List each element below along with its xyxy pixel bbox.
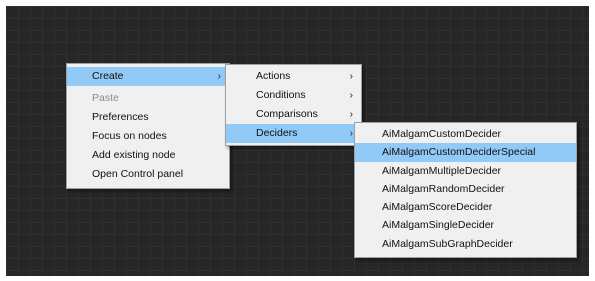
- menu-item-custom-decider[interactable]: AiMalgamCustomDecider: [355, 125, 576, 143]
- menu-item-comparisons[interactable]: Comparisons ›: [226, 105, 361, 124]
- menu-item-label: Actions: [256, 70, 291, 82]
- menu-item-subgraph-decider[interactable]: AiMalgamSubGraphDecider: [355, 235, 576, 253]
- menu-item-deciders[interactable]: Deciders ›: [226, 124, 361, 143]
- menu-item-label: Conditions: [256, 89, 306, 101]
- menu-item-preferences[interactable]: Preferences: [67, 108, 229, 127]
- menu-item-label: AiMalgamMultipleDecider: [382, 164, 502, 177]
- submenu-arrow-icon: ›: [349, 128, 353, 139]
- submenu-arrow-icon: ›: [349, 71, 353, 82]
- submenu-arrow-icon: ›: [217, 71, 221, 82]
- menu-item-random-decider[interactable]: AiMalgamRandomDecider: [355, 180, 576, 198]
- menu-item-paste[interactable]: Paste: [67, 89, 229, 108]
- menu-item-label: Open Control panel: [92, 168, 184, 180]
- menu-item-label: Comparisons: [256, 108, 318, 120]
- submenu-arrow-icon: ›: [349, 90, 353, 101]
- submenu-arrow-icon: ›: [349, 109, 353, 120]
- menu-item-label: AiMalgamRandomDecider: [382, 182, 505, 195]
- menu-item-label: AiMalgamCustomDeciderSpecial: [382, 146, 536, 159]
- menu-item-label: Deciders: [256, 127, 298, 139]
- menu-item-single-decider[interactable]: AiMalgamSingleDecider: [355, 216, 576, 234]
- menu-item-score-decider[interactable]: AiMalgamScoreDecider: [355, 198, 576, 216]
- menu-item-label: Paste: [92, 92, 119, 104]
- create-submenu: Actions › Conditions › Comparisons › Dec…: [225, 64, 362, 146]
- menu-item-add-existing-node[interactable]: Add existing node: [67, 146, 229, 165]
- menu-item-actions[interactable]: Actions ›: [226, 67, 361, 86]
- menu-item-label: Create: [92, 70, 124, 82]
- context-menu: Create › Paste Preferences Focus on node…: [66, 63, 230, 189]
- menu-item-label: AiMalgamSubGraphDecider: [382, 237, 513, 250]
- menu-item-custom-decider-special[interactable]: AiMalgamCustomDeciderSpecial: [355, 143, 576, 162]
- menu-item-label: AiMalgamScoreDecider: [382, 201, 493, 214]
- node-graph-canvas[interactable]: Create › Paste Preferences Focus on node…: [6, 6, 589, 276]
- menu-item-open-control-panel[interactable]: Open Control panel: [67, 165, 229, 184]
- menu-item-label: Focus on nodes: [92, 130, 167, 142]
- menu-item-create[interactable]: Create ›: [67, 67, 229, 86]
- menu-item-focus-on-nodes[interactable]: Focus on nodes: [67, 127, 229, 146]
- menu-item-label: Preferences: [92, 111, 149, 123]
- menu-item-label: AiMalgamSingleDecider: [382, 219, 495, 232]
- deciders-submenu: AiMalgamCustomDecider AiMalgamCustomDeci…: [354, 122, 577, 259]
- menu-item-conditions[interactable]: Conditions ›: [226, 86, 361, 105]
- menu-item-multiple-decider[interactable]: AiMalgamMultipleDecider: [355, 162, 576, 180]
- menu-item-label: Add existing node: [92, 149, 176, 161]
- menu-item-label: AiMalgamCustomDecider: [382, 128, 502, 140]
